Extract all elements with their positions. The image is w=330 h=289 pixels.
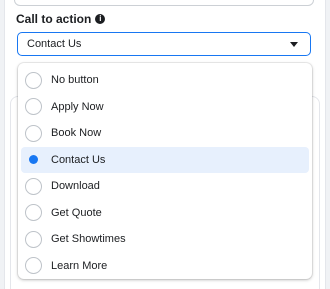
option-contact-us[interactable]: Contact Us	[21, 146, 309, 173]
radio-icon	[25, 177, 42, 195]
option-label: Learn More	[51, 259, 108, 272]
radio-icon	[25, 124, 42, 142]
cta-dropdown-menu: No button Apply Now Book Now Contact Us …	[18, 63, 312, 279]
option-label: No button	[51, 74, 99, 87]
option-label: Book Now	[51, 127, 102, 140]
radio-icon	[25, 230, 42, 248]
option-get-showtimes[interactable]: Get Showtimes	[21, 226, 309, 253]
caret-down-icon	[290, 42, 298, 47]
option-label: Get Quote	[51, 206, 102, 219]
radio-icon	[25, 71, 42, 89]
info-icon[interactable]: i	[95, 14, 106, 24]
radio-icon	[25, 257, 42, 275]
previous-field[interactable]	[14, 0, 314, 6]
option-label: Get Showtimes	[51, 233, 126, 246]
option-learn-more[interactable]: Learn More	[21, 253, 309, 280]
option-book-now[interactable]: Book Now	[21, 120, 309, 147]
radio-icon	[25, 204, 42, 222]
option-label: Contact Us	[51, 153, 106, 166]
radio-icon	[25, 98, 42, 116]
option-no-button[interactable]: No button	[21, 67, 309, 94]
cta-selected-value: Contact Us	[27, 38, 82, 50]
radio-selected-icon	[25, 151, 42, 168]
cta-select[interactable]: Contact Us	[17, 32, 311, 56]
option-label: Apply Now	[51, 100, 104, 113]
cta-label: Call to action	[16, 12, 92, 26]
screen: Call to action i Contact Us No button Ap…	[0, 0, 330, 289]
cta-label-row: Call to action i	[16, 12, 106, 26]
option-get-quote[interactable]: Get Quote	[21, 200, 309, 227]
option-download[interactable]: Download	[21, 173, 309, 200]
option-label: Download	[51, 180, 100, 193]
option-apply-now[interactable]: Apply Now	[21, 94, 309, 121]
